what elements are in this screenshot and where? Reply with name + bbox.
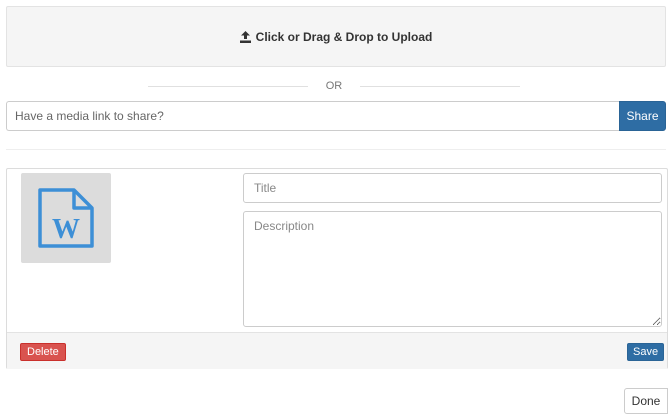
description-textarea[interactable]: [243, 211, 662, 327]
media-item-footer: Delete Save: [7, 332, 667, 369]
svg-text:W: W: [52, 214, 80, 245]
media-thumbnail: W: [21, 173, 111, 263]
separator-line-left: [147, 85, 308, 87]
separator-line-right: [360, 85, 521, 87]
upload-icon: [239, 30, 251, 43]
media-link-row: Share: [6, 101, 666, 131]
upload-dropzone[interactable]: Click or Drag & Drop to Upload: [6, 6, 666, 67]
done-button[interactable]: Done: [624, 388, 668, 414]
or-text: OR: [325, 80, 343, 92]
save-button[interactable]: Save: [627, 343, 665, 361]
media-link-input[interactable]: [6, 101, 619, 131]
or-separator: OR: [0, 78, 668, 94]
media-item-card: W Delete Save: [6, 168, 668, 369]
share-button[interactable]: Share: [619, 101, 666, 131]
section-divider: [6, 149, 666, 150]
word-document-icon: W: [38, 188, 94, 248]
title-input[interactable]: [243, 173, 662, 203]
upload-label: Click or Drag & Drop to Upload: [255, 29, 433, 44]
delete-button[interactable]: Delete: [20, 343, 66, 361]
